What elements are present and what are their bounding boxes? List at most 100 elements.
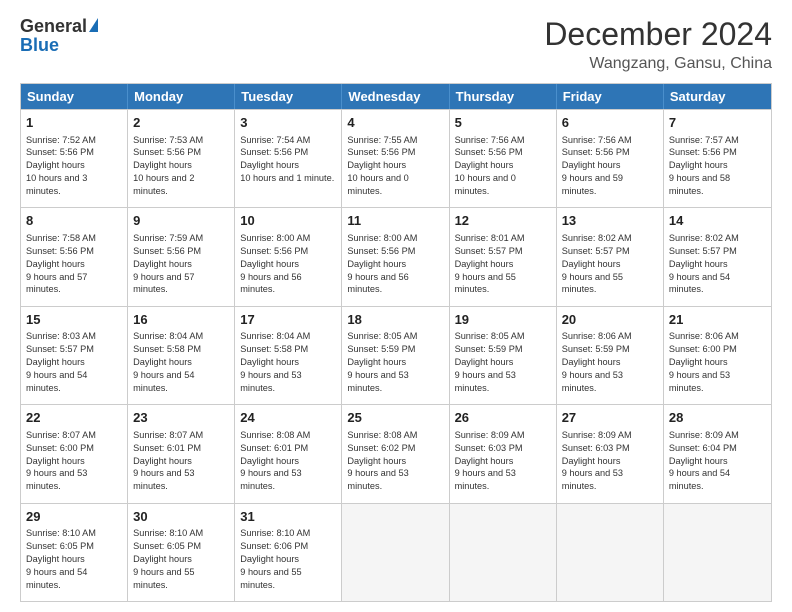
logo-general: General — [20, 16, 87, 37]
calendar-cell-28: 28 Sunrise: 8:09 AMSunset: 6:04 PMDayligh… — [664, 405, 771, 502]
calendar-week-4: 22 Sunrise: 8:07 AMSunset: 6:00 PMDayligh… — [21, 404, 771, 502]
cell-info: Sunrise: 8:00 AMSunset: 5:56 PMDaylight … — [240, 232, 336, 296]
cell-day-number: 16 — [133, 311, 229, 329]
calendar-header-monday: Monday — [128, 84, 235, 109]
title-section: December 2024 Wangzang, Gansu, China — [544, 16, 772, 73]
calendar-cell-5: 5 Sunrise: 7:56 AMSunset: 5:56 PMDaylight… — [450, 110, 557, 207]
calendar-cell-16: 16Sunrise: 8:04 AMSunset: 5:58 PMDayligh… — [128, 307, 235, 404]
cell-day-number: 30 — [133, 508, 229, 526]
cell-day-number: 31 — [240, 508, 336, 526]
cell-day-number: 2 — [133, 114, 229, 132]
calendar-cell-empty — [342, 504, 449, 601]
calendar-cell-25: 25Sunrise: 8:08 AMSunset: 6:02 PMDayligh… — [342, 405, 449, 502]
calendar-cell-29: 29Sunrise: 8:10 AMSunset: 6:05 PMDayligh… — [21, 504, 128, 601]
cell-info: Sunrise: 7:53 AMSunset: 5:56 PMDaylight … — [133, 134, 229, 198]
calendar-cell-9: 9 Sunrise: 7:59 AMSunset: 5:56 PMDaylight… — [128, 208, 235, 305]
cell-day-number: 26 — [455, 409, 551, 427]
header: General Blue December 2024 Wangzang, Gan… — [20, 16, 772, 73]
calendar: SundayMondayTuesdayWednesdayThursdayFrid… — [20, 83, 772, 602]
cell-day-number: 8 — [26, 212, 122, 230]
cell-info: Sunrise: 8:02 AMSunset: 5:57 PMDaylight … — [562, 232, 658, 296]
calendar-header-friday: Friday — [557, 84, 664, 109]
calendar-header-sunday: Sunday — [21, 84, 128, 109]
calendar-cell-12: 12 Sunrise: 8:01 AMSunset: 5:57 PMDayligh… — [450, 208, 557, 305]
cell-day-number: 20 — [562, 311, 658, 329]
calendar-cell-4: 4 Sunrise: 7:55 AMSunset: 5:56 PMDaylight… — [342, 110, 449, 207]
cell-day-number: 11 — [347, 212, 443, 230]
cell-info: Sunrise: 7:52 AMSunset: 5:56 PMDaylight … — [26, 134, 122, 198]
calendar-header: SundayMondayTuesdayWednesdayThursdayFrid… — [21, 84, 771, 109]
calendar-week-1: 1 Sunrise: 7:52 AMSunset: 5:56 PMDaylight… — [21, 109, 771, 207]
cell-info: Sunrise: 8:09 AMSunset: 6:03 PMDaylight … — [455, 429, 551, 493]
cell-info: Sunrise: 8:09 AMSunset: 6:04 PMDaylight … — [669, 429, 766, 493]
cell-info: Sunrise: 8:10 AMSunset: 6:06 PMDaylight … — [240, 527, 336, 591]
cell-info: Sunrise: 8:06 AMSunset: 5:59 PMDaylight … — [562, 330, 658, 394]
calendar-week-3: 15Sunrise: 8:03 AMSunset: 5:57 PMDayligh… — [21, 306, 771, 404]
cell-day-number: 4 — [347, 114, 443, 132]
cell-info: Sunrise: 7:58 AMSunset: 5:56 PMDaylight … — [26, 232, 122, 296]
cell-day-number: 24 — [240, 409, 336, 427]
cell-info: Sunrise: 7:56 AMSunset: 5:56 PMDaylight … — [455, 134, 551, 198]
cell-info: Sunrise: 8:07 AMSunset: 6:00 PMDaylight … — [26, 429, 122, 493]
logo-text: General — [20, 16, 98, 37]
cell-info: Sunrise: 7:55 AMSunset: 5:56 PMDaylight … — [347, 134, 443, 198]
calendar-cell-13: 13 Sunrise: 8:02 AMSunset: 5:57 PMDayligh… — [557, 208, 664, 305]
calendar-cell-20: 20Sunrise: 8:06 AMSunset: 5:59 PMDayligh… — [557, 307, 664, 404]
calendar-cell-11: 11 Sunrise: 8:00 AMSunset: 5:56 PMDayligh… — [342, 208, 449, 305]
cell-day-number: 25 — [347, 409, 443, 427]
calendar-header-saturday: Saturday — [664, 84, 771, 109]
logo-icon — [89, 18, 98, 32]
logo: General Blue — [20, 16, 98, 56]
cell-info: Sunrise: 8:01 AMSunset: 5:57 PMDaylight … — [455, 232, 551, 296]
cell-info: Sunrise: 8:08 AMSunset: 6:01 PMDaylight … — [240, 429, 336, 493]
calendar-cell-19: 19Sunrise: 8:05 AMSunset: 5:59 PMDayligh… — [450, 307, 557, 404]
calendar-cell-empty — [450, 504, 557, 601]
cell-info: Sunrise: 7:57 AMSunset: 5:56 PMDaylight … — [669, 134, 766, 198]
calendar-cell-6: 6 Sunrise: 7:56 AMSunset: 5:56 PMDaylight… — [557, 110, 664, 207]
calendar-cell-26: 26 Sunrise: 8:09 AMSunset: 6:03 PMDayligh… — [450, 405, 557, 502]
logo-blue: Blue — [20, 35, 59, 56]
cell-info: Sunrise: 8:06 AMSunset: 6:00 PMDaylight … — [669, 330, 766, 394]
cell-day-number: 7 — [669, 114, 766, 132]
calendar-cell-8: 8 Sunrise: 7:58 AMSunset: 5:56 PMDaylight… — [21, 208, 128, 305]
calendar-cell-23: 23Sunrise: 8:07 AMSunset: 6:01 PMDayligh… — [128, 405, 235, 502]
location: Wangzang, Gansu, China — [544, 55, 772, 73]
cell-day-number: 15 — [26, 311, 122, 329]
cell-day-number: 28 — [669, 409, 766, 427]
cell-day-number: 1 — [26, 114, 122, 132]
cell-info: Sunrise: 8:02 AMSunset: 5:57 PMDaylight … — [669, 232, 766, 296]
calendar-cell-27: 27Sunrise: 8:09 AMSunset: 6:03 PMDayligh… — [557, 405, 664, 502]
calendar-cell-30: 30Sunrise: 8:10 AMSunset: 6:05 PMDayligh… — [128, 504, 235, 601]
cell-info: Sunrise: 8:10 AMSunset: 6:05 PMDaylight … — [26, 527, 122, 591]
calendar-cell-7: 7 Sunrise: 7:57 AMSunset: 5:56 PMDaylight… — [664, 110, 771, 207]
calendar-cell-10: 10 Sunrise: 8:00 AMSunset: 5:56 PMDayligh… — [235, 208, 342, 305]
cell-day-number: 5 — [455, 114, 551, 132]
calendar-cell-31: 31Sunrise: 8:10 AMSunset: 6:06 PMDayligh… — [235, 504, 342, 601]
calendar-week-5: 29Sunrise: 8:10 AMSunset: 6:05 PMDayligh… — [21, 503, 771, 601]
cell-info: Sunrise: 7:56 AMSunset: 5:56 PMDaylight … — [562, 134, 658, 198]
calendar-cell-22: 22 Sunrise: 8:07 AMSunset: 6:00 PMDayligh… — [21, 405, 128, 502]
calendar-cell-24: 24 Sunrise: 8:08 AMSunset: 6:01 PMDayligh… — [235, 405, 342, 502]
cell-day-number: 21 — [669, 311, 766, 329]
calendar-week-2: 8 Sunrise: 7:58 AMSunset: 5:56 PMDaylight… — [21, 207, 771, 305]
calendar-cell-empty — [664, 504, 771, 601]
cell-day-number: 17 — [240, 311, 336, 329]
calendar-cell-14: 14Sunrise: 8:02 AMSunset: 5:57 PMDayligh… — [664, 208, 771, 305]
cell-day-number: 22 — [26, 409, 122, 427]
cell-day-number: 12 — [455, 212, 551, 230]
calendar-cell-21: 21Sunrise: 8:06 AMSunset: 6:00 PMDayligh… — [664, 307, 771, 404]
cell-info: Sunrise: 8:04 AMSunset: 5:58 PMDaylight … — [240, 330, 336, 394]
cell-day-number: 9 — [133, 212, 229, 230]
cell-day-number: 10 — [240, 212, 336, 230]
cell-day-number: 3 — [240, 114, 336, 132]
calendar-header-tuesday: Tuesday — [235, 84, 342, 109]
cell-day-number: 19 — [455, 311, 551, 329]
cell-day-number: 6 — [562, 114, 658, 132]
cell-info: Sunrise: 7:59 AMSunset: 5:56 PMDaylight … — [133, 232, 229, 296]
cell-day-number: 13 — [562, 212, 658, 230]
calendar-header-thursday: Thursday — [450, 84, 557, 109]
cell-info: Sunrise: 8:00 AMSunset: 5:56 PMDaylight … — [347, 232, 443, 296]
calendar-cell-15: 15Sunrise: 8:03 AMSunset: 5:57 PMDayligh… — [21, 307, 128, 404]
calendar-cell-17: 17Sunrise: 8:04 AMSunset: 5:58 PMDayligh… — [235, 307, 342, 404]
cell-info: Sunrise: 8:09 AMSunset: 6:03 PMDaylight … — [562, 429, 658, 493]
